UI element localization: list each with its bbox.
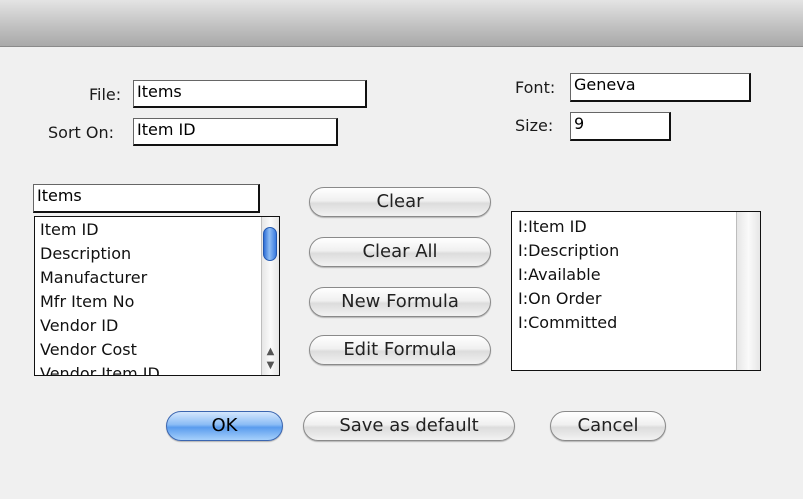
list-item[interactable]: Description	[40, 242, 160, 266]
sort-on-field[interactable]: Item ID	[133, 118, 338, 146]
list-item[interactable]: I:On Order	[518, 287, 619, 311]
save-as-default-button[interactable]: Save as default	[303, 411, 515, 441]
font-field[interactable]: Geneva	[570, 73, 751, 102]
list-item[interactable]: I:Description	[518, 239, 619, 263]
selected-fields-rows: I:Item ID I:Description I:Available I:On…	[518, 215, 619, 335]
list-item[interactable]: Manufacturer	[40, 266, 160, 290]
available-fields-list[interactable]: Item ID Description Manufacturer Mfr Ite…	[34, 216, 280, 376]
new-formula-button[interactable]: New Formula	[309, 287, 491, 317]
report-dialog: File: Items Sort On: Item ID Font: Genev…	[0, 47, 803, 499]
edit-formula-button[interactable]: Edit Formula	[309, 335, 491, 365]
ok-button[interactable]: OK	[166, 411, 283, 441]
list-item[interactable]: I:Available	[518, 263, 619, 287]
scroll-down-arrow-icon[interactable]: ▼	[262, 359, 279, 373]
font-label: Font:	[515, 78, 556, 97]
list-item[interactable]: I:Item ID	[518, 215, 619, 239]
sort-on-label: Sort On:	[48, 123, 115, 142]
scroll-up-arrow-icon[interactable]: ▲	[262, 345, 279, 359]
available-fields-rows: Item ID Description Manufacturer Mfr Ite…	[40, 218, 160, 375]
scroll-thumb[interactable]	[263, 227, 277, 261]
selected-list-scrollbar[interactable]	[736, 212, 760, 370]
list-item[interactable]: Vendor Cost	[40, 338, 160, 362]
clear-all-button[interactable]: Clear All	[309, 237, 491, 267]
window-titlebar[interactable]	[0, 0, 803, 47]
list-item[interactable]: Vendor Item ID	[40, 362, 160, 375]
size-field[interactable]: 9	[570, 112, 671, 141]
list-item[interactable]: Vendor ID	[40, 314, 160, 338]
list-item[interactable]: Item ID	[40, 218, 160, 242]
clear-button[interactable]: Clear	[309, 187, 491, 217]
field-list-filter[interactable]: Items	[33, 184, 260, 213]
selected-fields-list[interactable]: I:Item ID I:Description I:Available I:On…	[511, 211, 761, 371]
list-scrollbar[interactable]: ▲ ▼	[261, 217, 279, 375]
file-label: File:	[89, 85, 122, 104]
cancel-button[interactable]: Cancel	[550, 411, 666, 441]
file-field[interactable]: Items	[133, 80, 367, 108]
list-item[interactable]: I:Committed	[518, 311, 619, 335]
size-label: Size:	[515, 116, 554, 135]
list-item[interactable]: Mfr Item No	[40, 290, 160, 314]
